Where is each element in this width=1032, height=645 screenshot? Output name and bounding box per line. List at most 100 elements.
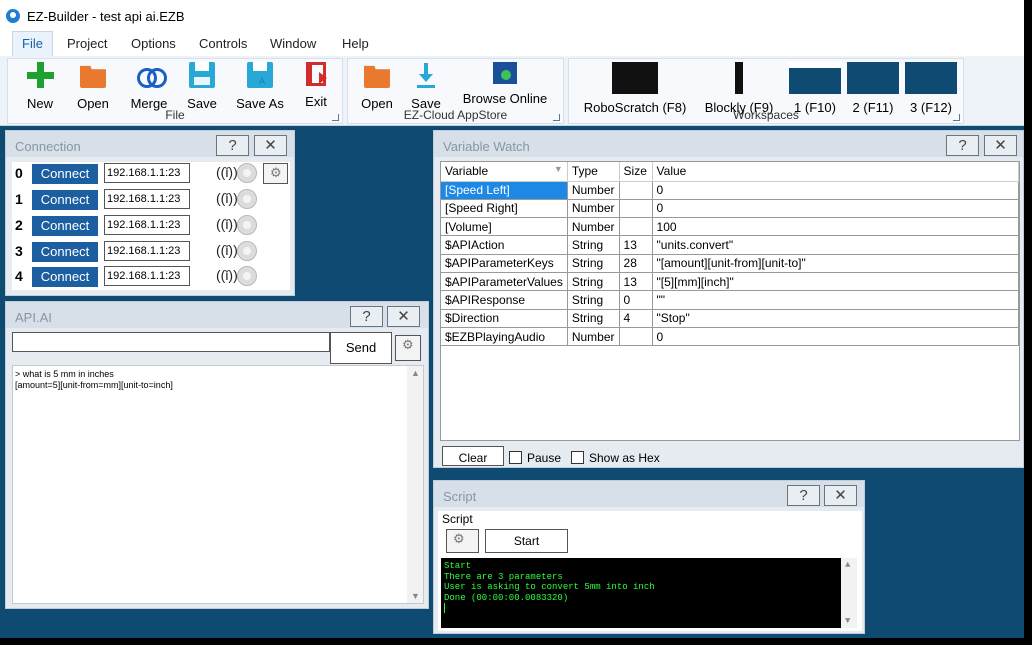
title-bar: EZ-Builder - test api ai.EZB (0, 0, 1024, 31)
help-button[interactable]: ? (216, 135, 249, 156)
send-button[interactable]: Send (330, 332, 392, 364)
console-line: User is asking to convert 5mm into inch (444, 582, 655, 592)
ip-address-input[interactable] (104, 189, 190, 209)
exit-button[interactable]: Exit (298, 62, 334, 109)
column-header-size[interactable]: Size (619, 162, 653, 182)
connection-index: 3 (15, 243, 23, 259)
menu-controls[interactable]: Controls (199, 36, 247, 51)
cloud-save-button[interactable]: Save (407, 62, 445, 111)
gear-icon[interactable] (237, 215, 257, 235)
help-button[interactable]: ? (946, 135, 979, 156)
connect-button[interactable]: Connect (32, 216, 98, 236)
browser-icon (493, 62, 517, 84)
script-body: Script Start StartThere are 3 parameters… (438, 511, 862, 631)
panel-header[interactable]: Variable Watch ? ✕ (434, 131, 1023, 157)
connect-button[interactable]: Connect (32, 267, 98, 287)
vertical-scrollbar[interactable]: ▲ ▼ (841, 558, 857, 628)
ribbon: New Open Merge Save Save As Exit (0, 56, 1024, 126)
gear-icon[interactable] (237, 266, 257, 286)
save-as-button[interactable]: Save As (234, 62, 286, 111)
menu-project[interactable]: Project (67, 36, 107, 51)
connection-row: 3 Connect ((ǐ)) (12, 241, 290, 263)
gear-icon[interactable] (237, 241, 257, 261)
menu-help[interactable]: Help (342, 36, 369, 51)
browse-online-button[interactable]: Browse Online (460, 62, 550, 106)
console-line: There are 3 parameters (444, 571, 563, 582)
table-row[interactable]: $APIAction String 13 "units.convert" (441, 235, 1020, 255)
panel-title: Variable Watch (443, 139, 530, 154)
settings-button[interactable] (395, 335, 421, 361)
panel-title: Script (443, 489, 477, 504)
menu-file[interactable]: File (12, 31, 53, 57)
text-cursor (444, 603, 445, 613)
help-button[interactable]: ? (350, 306, 383, 327)
panel-header[interactable]: Script ? ✕ (434, 481, 864, 507)
scroll-down-icon[interactable]: ▼ (845, 616, 850, 627)
merge-icon (136, 62, 167, 88)
script-panel: Script ? ✕ Script Start StartThere are 3… (433, 480, 865, 634)
workspaces-group-launcher-icon[interactable] (953, 114, 960, 121)
connection-panel: Connection ? ✕ 0 Connect ((ǐ)) 1 Connect… (5, 130, 295, 296)
pause-checkbox[interactable] (509, 451, 522, 464)
show-as-hex-checkbox[interactable] (571, 451, 584, 464)
save-button[interactable]: Save (183, 62, 221, 111)
column-header-variable[interactable]: Variable ▼ (441, 162, 568, 182)
connect-button[interactable]: Connect (32, 242, 98, 262)
script-label: Script (442, 512, 473, 526)
ip-address-input[interactable] (104, 266, 190, 286)
help-button[interactable]: ? (787, 485, 820, 506)
close-button[interactable]: ✕ (824, 485, 857, 506)
connection-row: 2 Connect ((ǐ)) (12, 215, 290, 237)
scroll-up-icon[interactable]: ▲ (411, 368, 420, 378)
gear-icon[interactable] (237, 163, 257, 183)
menu-window[interactable]: Window (270, 36, 316, 51)
cloud-group-launcher-icon[interactable] (553, 114, 560, 121)
file-group-launcher-icon[interactable] (332, 114, 339, 121)
connect-button[interactable]: Connect (32, 164, 98, 184)
settings-button[interactable] (263, 163, 288, 184)
ip-address-input[interactable] (104, 163, 190, 183)
column-header-value[interactable]: Value (652, 162, 1020, 182)
close-button[interactable]: ✕ (984, 135, 1017, 156)
close-button[interactable]: ✕ (387, 306, 420, 327)
settings-button[interactable] (446, 529, 479, 553)
folder-icon (364, 65, 390, 88)
new-button[interactable]: New (20, 62, 60, 111)
table-header-row: Variable ▼ Type Size Value (441, 162, 1020, 182)
table-row[interactable]: $EZBPlayingAudio Number 0 (441, 327, 1020, 347)
clear-button[interactable]: Clear (442, 446, 504, 466)
table-row[interactable]: [Speed Left] Number 0 (441, 181, 1020, 200)
scroll-down-icon[interactable]: ▼ (411, 591, 420, 601)
column-header-type[interactable]: Type (567, 162, 620, 182)
ip-address-input[interactable] (104, 215, 190, 235)
panel-header[interactable]: API.AI ? ✕ (6, 302, 428, 328)
table-row[interactable]: $Direction String 4 "Stop" (441, 309, 1020, 328)
app-icon (6, 9, 20, 23)
response-log: > what is 5 mm in inches [amount=5][unit… (12, 365, 424, 604)
table-row[interactable]: [Volume] Number 100 (441, 217, 1020, 237)
app-window: EZ-Builder - test api ai.EZB File Projec… (0, 0, 1024, 638)
menu-options[interactable]: Options (131, 36, 176, 51)
panel-header[interactable]: Connection ? ✕ (6, 131, 294, 157)
table-row[interactable]: [Speed Right] Number 0 (441, 199, 1020, 219)
cloud-open-button[interactable]: Open (358, 62, 396, 111)
table-row[interactable]: $APIParameterKeys String 28 "[amount][unit-… (441, 254, 1020, 273)
table-row[interactable]: $APIParameterValues String 13 "[5][mm][inch… (441, 272, 1020, 292)
connect-button[interactable]: Connect (32, 190, 98, 210)
log-line: > what is 5 mm in inches (15, 369, 114, 379)
script-console: Start There are 3 parameters User is askin… (441, 558, 857, 628)
open-button[interactable]: Open (73, 62, 113, 111)
table-row[interactable]: $APIResponse String 0 "" (441, 290, 1020, 310)
vertical-scrollbar[interactable]: ▲ ▼ (407, 366, 423, 603)
query-input[interactable] (12, 332, 330, 352)
workspace-thumbnail (847, 62, 899, 94)
antenna-icon: ((ǐ)) (216, 267, 238, 283)
start-button[interactable]: Start (485, 529, 568, 553)
scroll-up-icon[interactable]: ▲ (845, 560, 850, 571)
ip-address-input[interactable] (104, 241, 190, 261)
gear-icon[interactable] (237, 189, 257, 209)
close-button[interactable]: ✕ (254, 135, 287, 156)
folder-icon (80, 65, 106, 88)
merge-button[interactable]: Merge (126, 62, 172, 111)
connection-index: 4 (15, 268, 23, 284)
